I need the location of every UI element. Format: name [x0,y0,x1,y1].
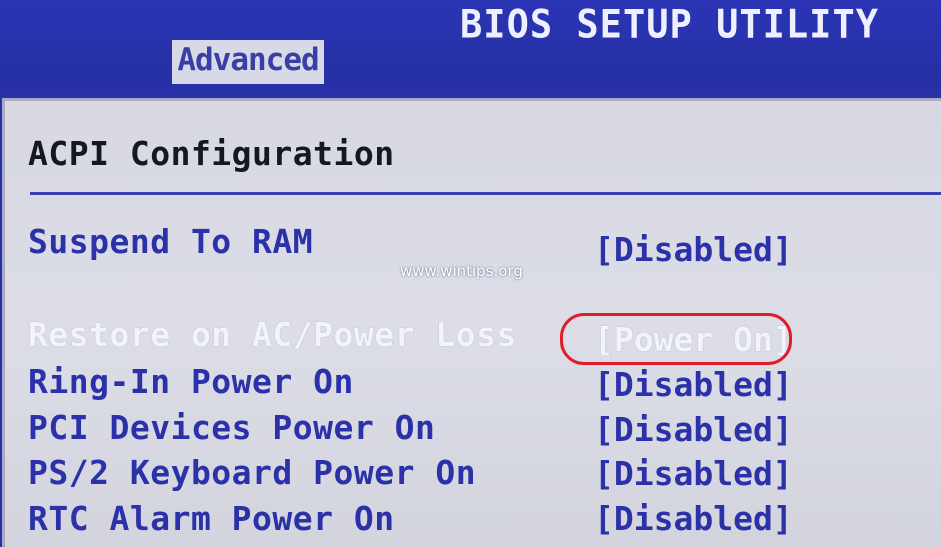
panel-heading: ACPI Configuration [28,134,395,173]
option-suspend-to-ram[interactable]: Suspend To RAM [28,222,313,261]
tab-advanced[interactable]: Advanced [172,40,324,84]
option-ps2-keyboard-power-on[interactable]: PS/2 Keyboard Power On [28,453,476,492]
option-pci-devices-power-on[interactable]: PCI Devices Power On [28,408,435,447]
option-restore-on-ac-power-loss[interactable]: Restore on AC/Power Loss [28,315,517,354]
option-value-restore-on-ac-power-loss[interactable]: [Power On] [594,320,793,359]
bios-title: BIOS SETUP UTILITY [460,2,879,48]
option-rtc-alarm-power-on[interactable]: RTC Alarm Power On [28,499,395,538]
option-value-pci-devices-power-on[interactable]: [Disabled] [594,410,793,449]
option-value-rtc-alarm-power-on[interactable]: [Disabled] [594,499,793,538]
option-ring-in-power-on[interactable]: Ring-In Power On [28,362,354,401]
option-value-suspend-to-ram[interactable]: [Disabled] [594,230,793,269]
bios-header-bar: BIOS SETUP UTILITY Advanced [0,0,941,84]
watermark-text: www.wintips.org [400,262,523,280]
heading-divider [30,192,941,195]
option-value-ps2-keyboard-power-on[interactable]: [Disabled] [594,454,793,493]
option-value-ring-in-power-on[interactable]: [Disabled] [594,365,793,404]
